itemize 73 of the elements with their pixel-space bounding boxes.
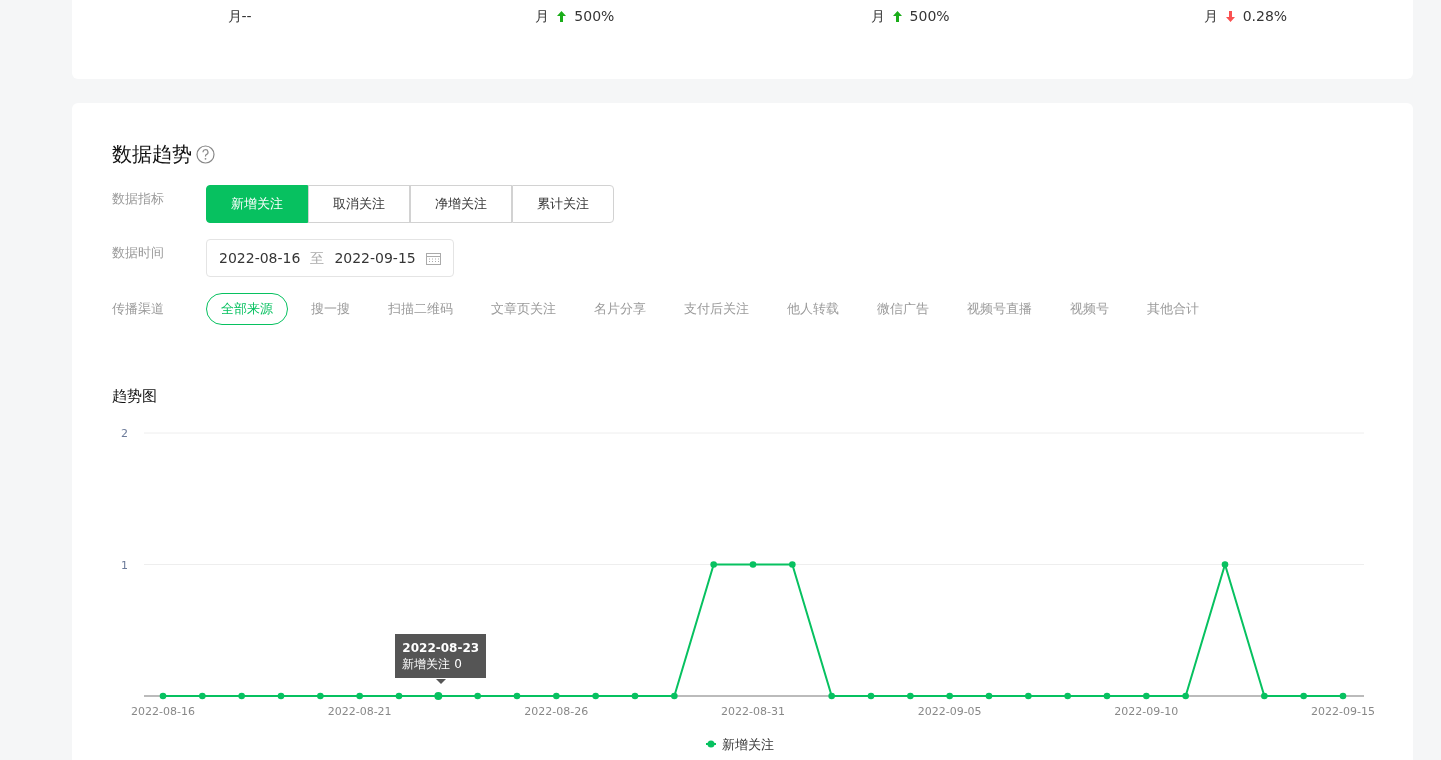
calendar-icon: [425, 251, 441, 265]
data-point: [1300, 692, 1307, 699]
y-tick-label: 2: [121, 426, 128, 440]
data-point: [513, 692, 521, 699]
channel-tab[interactable]: 名片分享: [579, 293, 661, 325]
stat-change: --: [241, 7, 252, 26]
data-point: [238, 692, 245, 699]
data-point: [749, 560, 757, 568]
data-point: [317, 692, 324, 699]
stat-label: 月: [870, 7, 885, 26]
stat-change: 500%: [909, 7, 950, 26]
data-point: [671, 692, 678, 699]
data-point: [1261, 692, 1268, 699]
data-point: [1339, 692, 1347, 699]
data-point: [789, 560, 796, 568]
data-point: [1064, 692, 1071, 699]
stat-label: 月: [227, 7, 242, 26]
data-point: [1103, 692, 1111, 699]
x-tick-label: 2022-08-26: [524, 704, 589, 718]
tooltip-title: 2022-08-23: [402, 639, 480, 656]
data-point: [1025, 692, 1032, 699]
data-point: [1182, 692, 1189, 699]
x-tick-label: 2022-09-15: [1311, 704, 1375, 718]
channel-tab[interactable]: 微信广告: [862, 293, 944, 325]
tooltip-text: 新增关注 0: [402, 655, 463, 672]
data-point: [277, 692, 285, 699]
legend-label: 新增关注: [722, 736, 774, 752]
metric-tab[interactable]: 净增关注: [410, 185, 512, 223]
channel-tab[interactable]: 扫描二维码: [373, 293, 468, 325]
field-label: 传播渠道: [112, 300, 165, 319]
data-point: [474, 692, 481, 699]
chart-title: 趋势图: [112, 386, 157, 407]
data-point: [434, 691, 443, 700]
data-point: [828, 692, 835, 699]
data-point: [985, 692, 993, 699]
metric-tab[interactable]: 取消关注: [308, 185, 410, 223]
date-range-field[interactable]: 2022-08-16 至 2022-09-15: [206, 239, 454, 277]
data-point: [356, 692, 363, 699]
x-tick-label: 2022-09-10: [1114, 704, 1179, 718]
stat-change: 0.28%: [1242, 7, 1288, 26]
channel-tab[interactable]: 视频号: [1055, 293, 1124, 325]
field-label: 数据指标: [112, 190, 165, 208]
channel-tab[interactable]: 他人转载: [772, 293, 854, 325]
data-point: [867, 692, 875, 699]
data-point: [946, 692, 953, 699]
data-point: [395, 692, 403, 699]
data-point: [592, 692, 599, 699]
metric-tab[interactable]: 新增关注: [206, 185, 308, 223]
x-tick-label: 2022-08-31: [721, 704, 785, 718]
data-point: [159, 692, 167, 699]
section-title: 数据趋势: [112, 141, 192, 168]
metric-tab[interactable]: 累计关注: [512, 185, 614, 223]
channel-tab[interactable]: 文章页关注: [476, 293, 571, 325]
data-point: [907, 692, 914, 699]
channel-tab[interactable]: 其他合计: [1132, 293, 1214, 325]
stat-label: 月: [535, 7, 550, 26]
channel-tab[interactable]: 支付后关注: [669, 293, 764, 325]
data-point: [553, 692, 560, 699]
data-point: [1221, 560, 1229, 568]
data-point: [199, 692, 206, 699]
y-tick-label: 1: [121, 558, 128, 571]
data-point: [631, 692, 639, 699]
x-tick-label: 2022-08-16: [131, 704, 195, 718]
help-icon[interactable]: [196, 144, 215, 164]
stat-label: 月: [1203, 7, 1218, 26]
data-point: [710, 560, 717, 568]
data-point: [1143, 692, 1150, 699]
stat-change: 500%: [574, 7, 615, 26]
field-label: 数据时间: [112, 244, 165, 262]
x-tick-label: 2022-09-05: [917, 704, 982, 718]
channel-tab[interactable]: 视频号直播: [952, 293, 1047, 325]
legend-marker-icon: [705, 740, 717, 747]
x-tick-label: 2022-08-21: [327, 704, 392, 718]
